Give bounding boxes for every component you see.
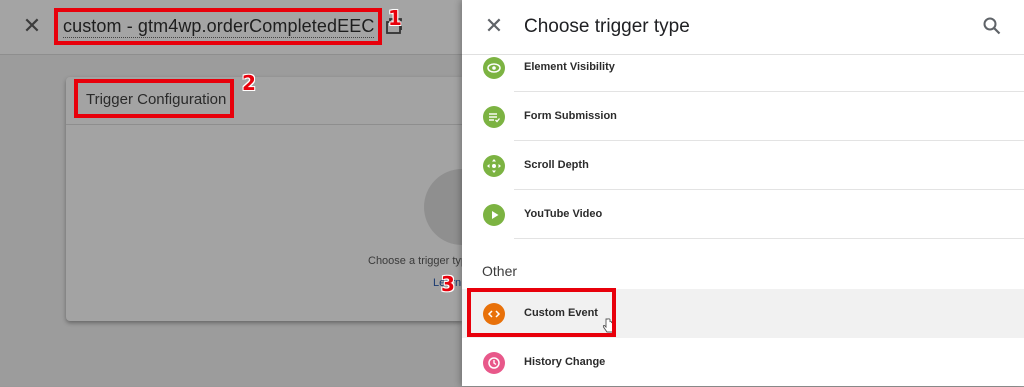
trigger-type-label: History Change <box>524 355 606 368</box>
play-icon <box>483 203 505 226</box>
trigger-type-youtube-video[interactable]: YouTube Video <box>462 190 1024 239</box>
form-icon <box>483 105 505 128</box>
scroll-icon <box>483 154 505 177</box>
trigger-type-label: Form Submission <box>524 109 617 122</box>
trigger-type-form-submission[interactable]: Form Submission <box>462 92 1024 141</box>
history-icon <box>483 351 505 374</box>
trigger-type-label: YouTube Video <box>524 207 603 220</box>
trigger-type-label: Element Visibility <box>524 60 615 73</box>
annotation-number-3: 3 <box>441 272 455 296</box>
search-icon[interactable] <box>982 16 1002 36</box>
trigger-type-history-change[interactable]: History Change <box>462 338 1024 387</box>
divider <box>514 238 1024 239</box>
eye-icon <box>483 56 505 79</box>
close-icon[interactable]: ✕ <box>20 14 44 38</box>
close-icon[interactable]: ✕ <box>482 14 506 38</box>
annotation-number-1: 1 <box>388 6 402 30</box>
annotation-box-2 <box>74 79 234 118</box>
annotation-box-1 <box>54 8 382 45</box>
divider <box>66 124 462 125</box>
annotation-box-3 <box>467 288 616 337</box>
trigger-type-label: Scroll Depth <box>524 158 589 171</box>
section-heading-other: Other <box>482 263 518 279</box>
annotation-number-2: 2 <box>242 71 256 95</box>
panel-title: Choose trigger type <box>524 16 690 37</box>
trigger-type-element-visibility[interactable]: Element Visibility <box>462 43 1024 92</box>
trigger-type-scroll-depth[interactable]: Scroll Depth <box>462 141 1024 190</box>
